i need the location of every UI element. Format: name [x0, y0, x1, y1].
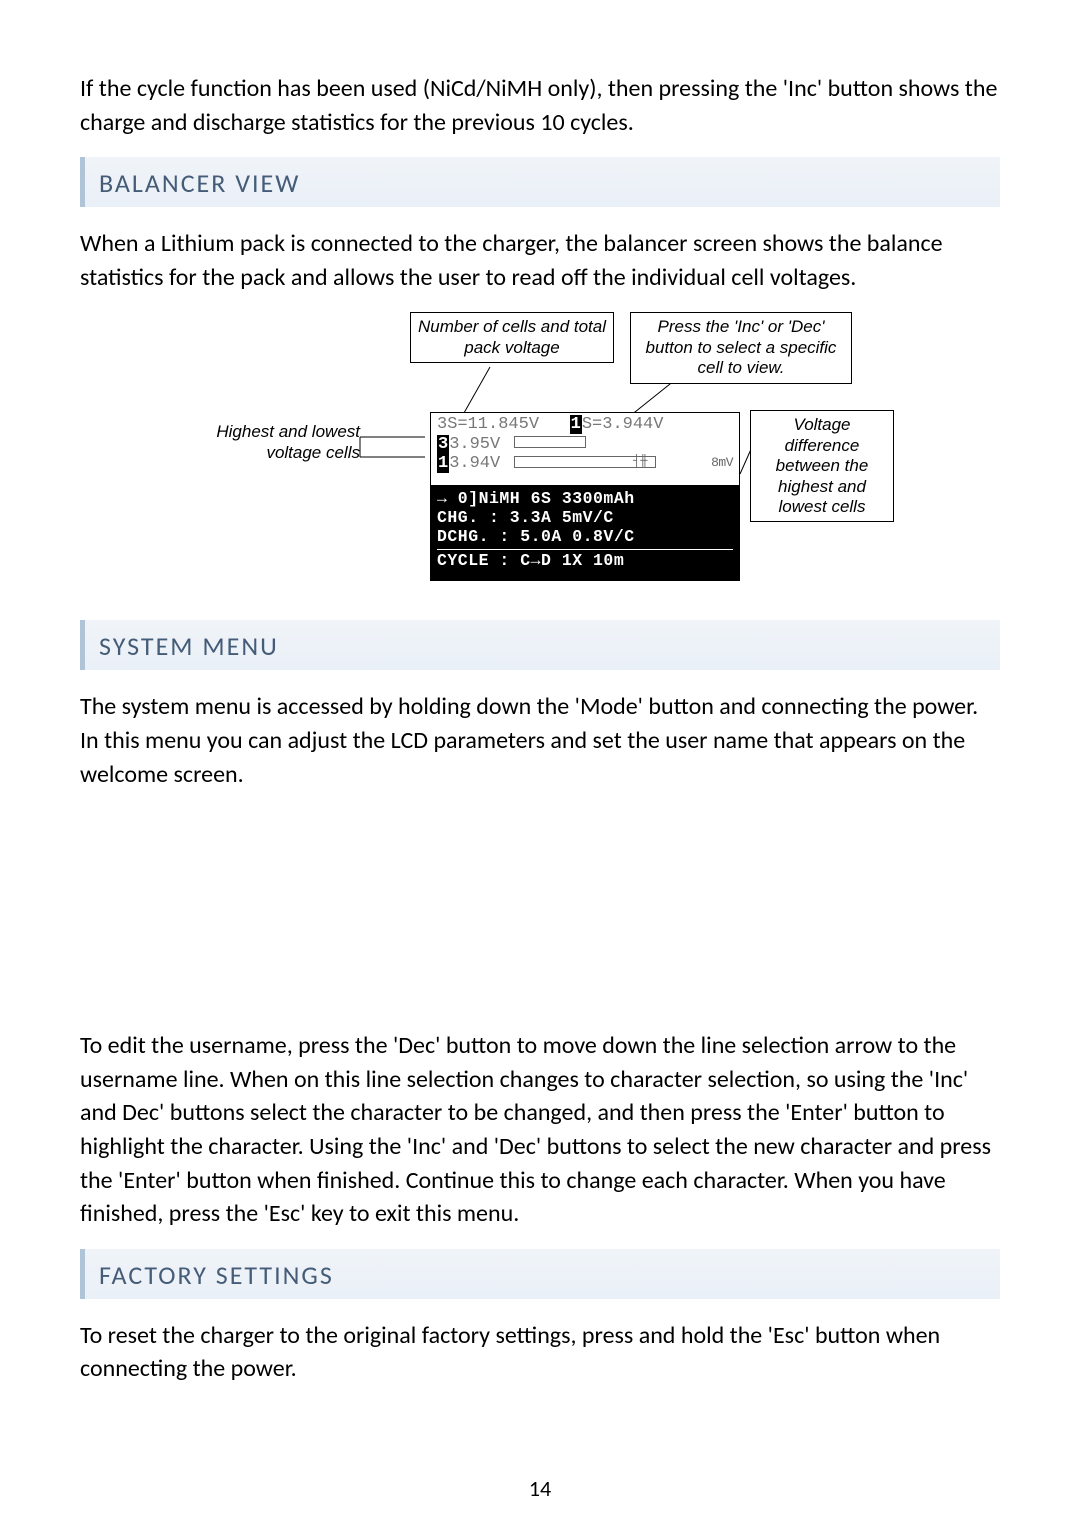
- page-number: 14: [0, 1475, 1080, 1502]
- callout-pack-voltage: Number of cells and total pack voltage: [410, 312, 614, 363]
- system-menu-paragraph-1: The system menu is accessed by holding d…: [80, 690, 1000, 791]
- lcd-top-cell1-val: 3.94V: [449, 454, 500, 473]
- lcd-top-cell1-num: 1: [437, 454, 449, 473]
- balancer-paragraph: When a Lithium pack is connected to the …: [80, 227, 1000, 294]
- heading-system-menu: SYSTEM MENU: [80, 620, 1000, 670]
- lcd-bottom-line2: CHG. : 3.3A 5mV/C: [437, 509, 733, 528]
- lcd-top-selected-cell: 1: [570, 415, 582, 434]
- heading-balancer-view: BALANCER VIEW: [80, 157, 1000, 207]
- heading-factory-settings: FACTORY SETTINGS: [80, 1249, 1000, 1299]
- lcd-top-line1-left: 3S=11.845V: [437, 415, 539, 434]
- bar-icon: ┤╫: [514, 456, 656, 468]
- callout-select-cell: Press the 'Inc' or 'Dec' button to selec…: [630, 312, 852, 383]
- lcd-top-line1-right: S=3.944V: [582, 415, 664, 434]
- intro-paragraph: If the cycle function has been used (NiC…: [80, 72, 1000, 139]
- lcd-bottom-line1: → 0]NiMH 6S 3300mAh: [437, 490, 733, 509]
- lcd-bottom: → 0]NiMH 6S 3300mAh CHG. : 3.3A 5mV/C DC…: [430, 486, 740, 581]
- balancer-diagram: Number of cells and total pack voltage P…: [200, 312, 880, 602]
- factory-paragraph: To reset the charger to the original fac…: [80, 1319, 1000, 1386]
- page: If the cycle function has been used (NiC…: [0, 0, 1080, 1532]
- lcd-top: 3S=11.845V 1S=3.944V 33.95V 13.94V ┤╫ 8m…: [430, 412, 740, 486]
- system-menu-paragraph-2: To edit the username, press the 'Dec' bu…: [80, 1029, 1000, 1231]
- lcd-top-delta: 8mV: [711, 456, 733, 471]
- lcd-bottom-line3: DCHG. : 5.0A 0.8V/C: [437, 528, 733, 547]
- lcd-top-cell3-num: 3: [437, 435, 449, 454]
- lcd-bottom-line4: CYCLE : C→D 1X 10m: [437, 549, 733, 571]
- lcd-top-cell3-val: 3.95V: [449, 435, 500, 454]
- callout-voltage-diff: Voltage difference between the highest a…: [750, 410, 894, 522]
- blank-space: [80, 809, 1000, 1029]
- callout-hi-lo-cells: Highest and lowest voltage cells: [200, 422, 360, 463]
- bar-icon: [514, 436, 586, 448]
